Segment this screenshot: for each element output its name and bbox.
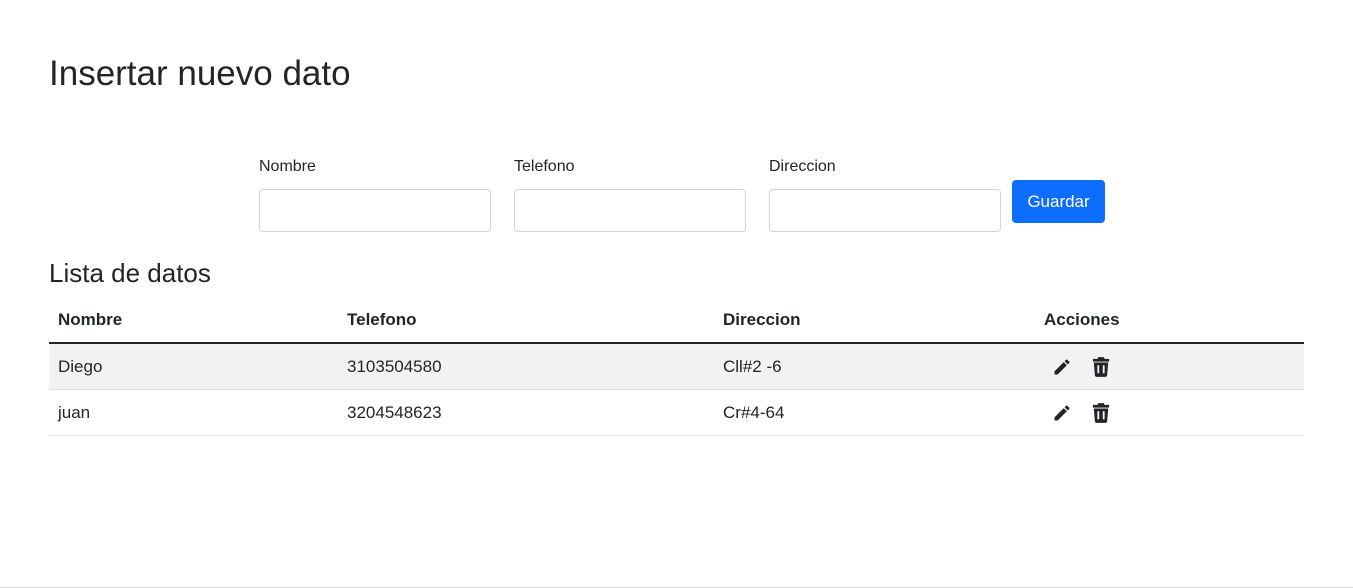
list-title: Lista de datos [49, 258, 211, 288]
pencil-icon[interactable] [1051, 356, 1073, 378]
page-title: Insertar nuevo dato [49, 54, 351, 93]
direccion-input[interactable] [769, 189, 1001, 232]
row-actions [1044, 356, 1304, 378]
header-acciones: Acciones [1035, 297, 1304, 344]
cell-nombre: juan [49, 389, 338, 436]
pencil-icon[interactable] [1051, 402, 1073, 424]
cell-direccion: Cll#2 -6 [714, 343, 1035, 390]
page: Insertar nuevo dato Nombre Telefono Dire… [0, 0, 1353, 588]
nombre-input[interactable] [259, 189, 491, 232]
cell-nombre: Diego [49, 343, 338, 390]
header-nombre: Nombre [49, 297, 338, 344]
save-button[interactable]: Guardar [1012, 180, 1105, 223]
header-telefono: Telefono [338, 297, 714, 344]
trash-icon[interactable] [1090, 402, 1112, 424]
cell-telefono: 3204548623 [338, 389, 714, 436]
header-direccion: Direccion [714, 297, 1035, 344]
direccion-form-group: Direccion [769, 156, 1001, 232]
trash-icon[interactable] [1090, 356, 1112, 378]
cell-acciones [1035, 343, 1304, 390]
row-actions [1044, 402, 1304, 424]
cell-telefono: 3103504580 [338, 343, 714, 390]
cell-direccion: Cr#4-64 [714, 389, 1035, 436]
telefono-input[interactable] [514, 189, 746, 232]
telefono-label: Telefono [514, 158, 575, 175]
data-table: Nombre Telefono Direccion Acciones Diego… [49, 297, 1304, 436]
telefono-form-group: Telefono [514, 156, 746, 232]
direccion-label: Direccion [769, 158, 836, 175]
nombre-form-group: Nombre [259, 156, 491, 232]
nombre-label: Nombre [259, 158, 316, 175]
cell-acciones [1035, 389, 1304, 436]
table-row: Diego 3103504580 Cll#2 -6 [49, 343, 1304, 390]
table-header-row: Nombre Telefono Direccion Acciones [49, 297, 1304, 344]
table-row: juan 3204548623 Cr#4-64 [49, 389, 1304, 436]
